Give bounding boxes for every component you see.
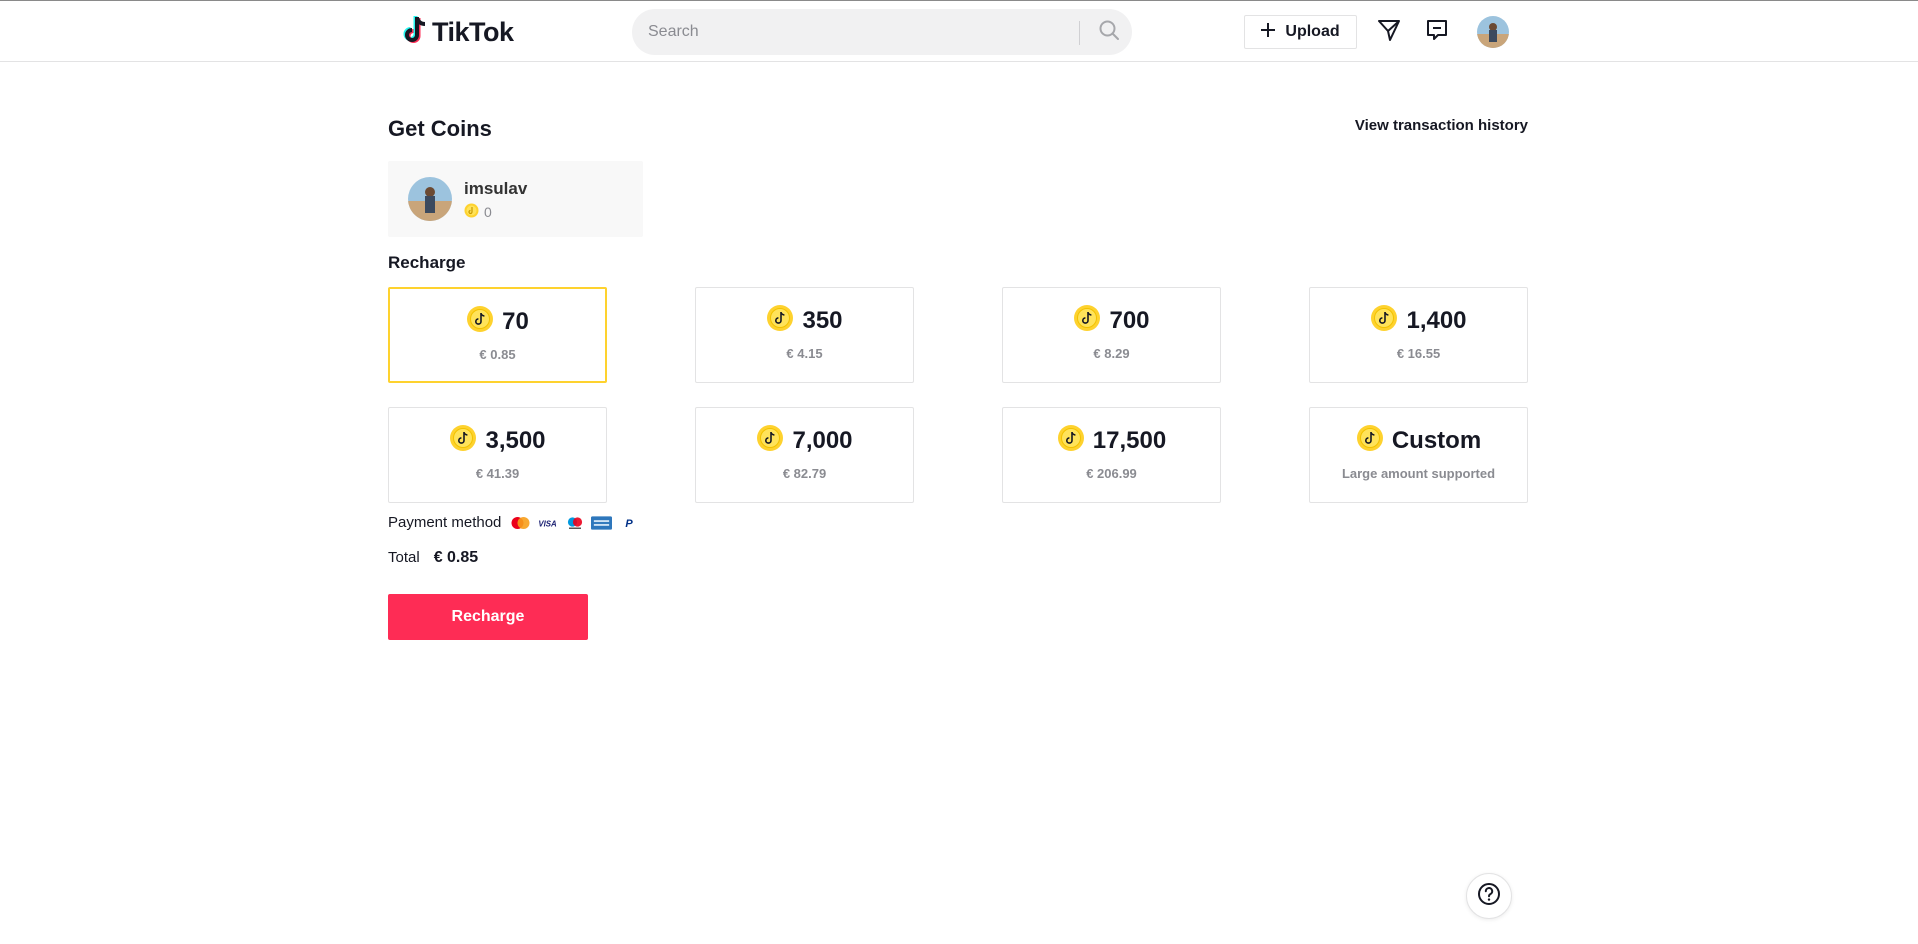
user-avatar — [408, 177, 452, 221]
package-amount: 70 — [502, 307, 529, 335]
package-price: € 4.15 — [786, 346, 823, 361]
coin-icon — [464, 203, 479, 221]
coin-package-grid: 70 € 0.85 350 € 4.15 700 € 8.29 1,400 € … — [388, 287, 1530, 503]
search-bar — [632, 9, 1132, 55]
user-card: imsulav 0 — [388, 161, 643, 237]
search-divider — [1079, 21, 1080, 45]
tiktok-logo-icon — [402, 15, 428, 50]
coin-icon — [756, 424, 784, 457]
coin-package-custom[interactable]: Custom Large amount supported — [1309, 407, 1528, 503]
coin-package-17500[interactable]: 17,500 € 206.99 — [1002, 407, 1221, 503]
plus-icon — [1261, 22, 1276, 42]
coin-package-7000[interactable]: 7,000 € 82.79 — [695, 407, 914, 503]
upload-label: Upload — [1285, 23, 1340, 40]
package-price: € 41.39 — [475, 466, 520, 481]
payment-method-label: Payment method — [388, 514, 502, 531]
package-amount: 1,400 — [1406, 306, 1467, 334]
search-button[interactable] — [1085, 9, 1132, 55]
mastercard-icon — [510, 515, 531, 530]
question-mark-icon — [1477, 882, 1501, 911]
package-price: € 0.85 — [479, 347, 516, 362]
page-title: Get Coins — [388, 116, 492, 141]
package-amount: 7,000 — [792, 426, 853, 454]
upload-button[interactable]: Upload — [1244, 15, 1357, 49]
package-price: € 8.29 — [1093, 346, 1130, 361]
coin-package-3500[interactable]: 3,500 € 41.39 — [388, 407, 607, 503]
coin-package-700[interactable]: 700 € 8.29 — [1002, 287, 1221, 383]
coin-package-1400[interactable]: 1,400 € 16.55 — [1309, 287, 1528, 383]
paypal-icon: P — [618, 515, 639, 530]
svg-text:P: P — [625, 518, 633, 530]
maestro-icon — [564, 515, 585, 530]
total-value: € 0.85 — [433, 549, 479, 566]
package-amount: 3,500 — [485, 426, 546, 454]
tiktok-logo[interactable]: TikTok — [402, 15, 514, 49]
coin-icon — [1057, 424, 1085, 457]
package-amount: Custom — [1391, 426, 1482, 454]
inbox-button[interactable] — [1424, 19, 1450, 45]
svg-text:VISA: VISA — [539, 519, 558, 528]
coin-icon — [449, 424, 477, 457]
package-price: € 82.79 — [782, 466, 827, 481]
messages-button[interactable] — [1376, 19, 1402, 45]
coin-icon — [766, 304, 794, 337]
help-button[interactable] — [1466, 873, 1512, 919]
coin-package-70[interactable]: 70 € 0.85 — [388, 287, 607, 383]
search-input[interactable] — [632, 9, 1072, 55]
package-price: Large amount supported — [1341, 466, 1496, 481]
package-amount: 350 — [802, 306, 843, 334]
total-label: Total — [388, 549, 420, 566]
payment-method-row: Payment method VISA P — [388, 514, 639, 531]
top-nav-bar: TikTok Upload — [0, 0, 1918, 62]
send-icon — [1377, 18, 1401, 47]
recharge-button[interactable]: Recharge — [388, 594, 588, 640]
total-row: Total € 0.85 — [388, 549, 478, 567]
coin-icon — [1370, 304, 1398, 337]
amex-icon — [591, 515, 613, 530]
visa-icon: VISA — [537, 515, 558, 530]
username: imsulav — [464, 179, 528, 198]
search-icon — [1098, 19, 1120, 46]
package-price: € 206.99 — [1086, 466, 1137, 481]
coin-icon — [1073, 304, 1101, 337]
package-amount: 700 — [1109, 306, 1150, 334]
coin-package-350[interactable]: 350 € 4.15 — [695, 287, 914, 383]
package-price: € 16.55 — [1396, 346, 1441, 361]
logo-text: TikTok — [432, 16, 514, 47]
view-transaction-history-link[interactable]: View transaction history — [1355, 117, 1528, 134]
package-amount: 17,500 — [1092, 426, 1167, 454]
coin-icon — [1356, 424, 1384, 457]
avatar[interactable] — [1477, 16, 1509, 48]
coin-balance: 0 — [464, 203, 492, 221]
recharge-section-label: Recharge — [388, 253, 466, 272]
coin-balance-value: 0 — [484, 204, 492, 220]
inbox-icon — [1426, 19, 1448, 46]
coin-icon — [466, 305, 494, 338]
